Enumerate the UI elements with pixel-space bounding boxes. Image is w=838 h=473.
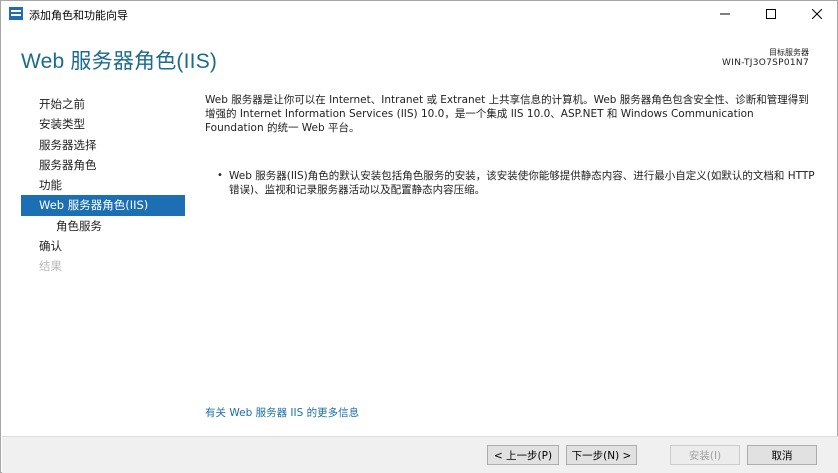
role-description: Web 服务器是让你可以在 Internet、Intranet 或 Extran…	[205, 94, 809, 134]
next-button[interactable]: 下一步(N) >	[566, 445, 637, 465]
page-title: Web 服务器角色(IIS)	[21, 50, 218, 73]
bullet-icon: •	[217, 170, 223, 181]
destination-server-name: WIN-TJ3O7SP01N7	[722, 58, 809, 68]
nav-item-server-selection[interactable]: 服务器选择	[21, 135, 185, 155]
nav-item-features[interactable]: 功能	[21, 175, 185, 195]
title-bar[interactable]: 添加角色和功能向导	[1, 1, 837, 27]
nav-item-installation-type[interactable]: 安装类型	[21, 114, 185, 134]
nav-item-confirmation[interactable]: 确认	[21, 236, 185, 256]
content-area: Web 服务器是让你可以在 Internet、Intranet 或 Extran…	[205, 93, 815, 197]
close-button[interactable]	[800, 1, 834, 27]
destination-server-label: 目标服务器	[769, 48, 809, 57]
nav-item-before-you-begin[interactable]: 开始之前	[21, 94, 185, 114]
previous-button[interactable]: < 上一步(P)	[487, 445, 559, 465]
install-button[interactable]: 安装(I)	[670, 445, 740, 465]
bullet-text: Web 服务器(IIS)角色的默认安装包括角色服务的安装，该安装使你能够提供静态…	[229, 170, 815, 196]
nav-item-web-server-role[interactable]: Web 服务器角色(IIS)	[21, 195, 185, 216]
wizard-window: 添加角色和功能向导 Web 服务器角色(IIS) 目标服务器 WIN-TJ3O7…	[0, 0, 838, 473]
more-info-link[interactable]: 有关 Web 服务器 IIS 的更多信息	[205, 405, 359, 420]
nav-item-server-roles[interactable]: 服务器角色	[21, 155, 185, 175]
minimize-button[interactable]	[708, 1, 742, 27]
nav-item-results: 结果	[39, 259, 62, 274]
server-manager-icon	[9, 7, 23, 20]
window-title: 添加角色和功能向导	[29, 9, 128, 22]
wizard-nav: 开始之前 安装类型 服务器选择 服务器角色 功能 Web 服务器角色(IIS) …	[21, 94, 185, 277]
maximize-button[interactable]	[754, 1, 788, 27]
nav-item-role-services[interactable]: 角色服务	[21, 216, 185, 236]
bullet-item: • Web 服务器(IIS)角色的默认安装包括角色服务的安装，该安装使你能够提供…	[205, 169, 815, 197]
cancel-button[interactable]: 取消	[747, 445, 817, 465]
